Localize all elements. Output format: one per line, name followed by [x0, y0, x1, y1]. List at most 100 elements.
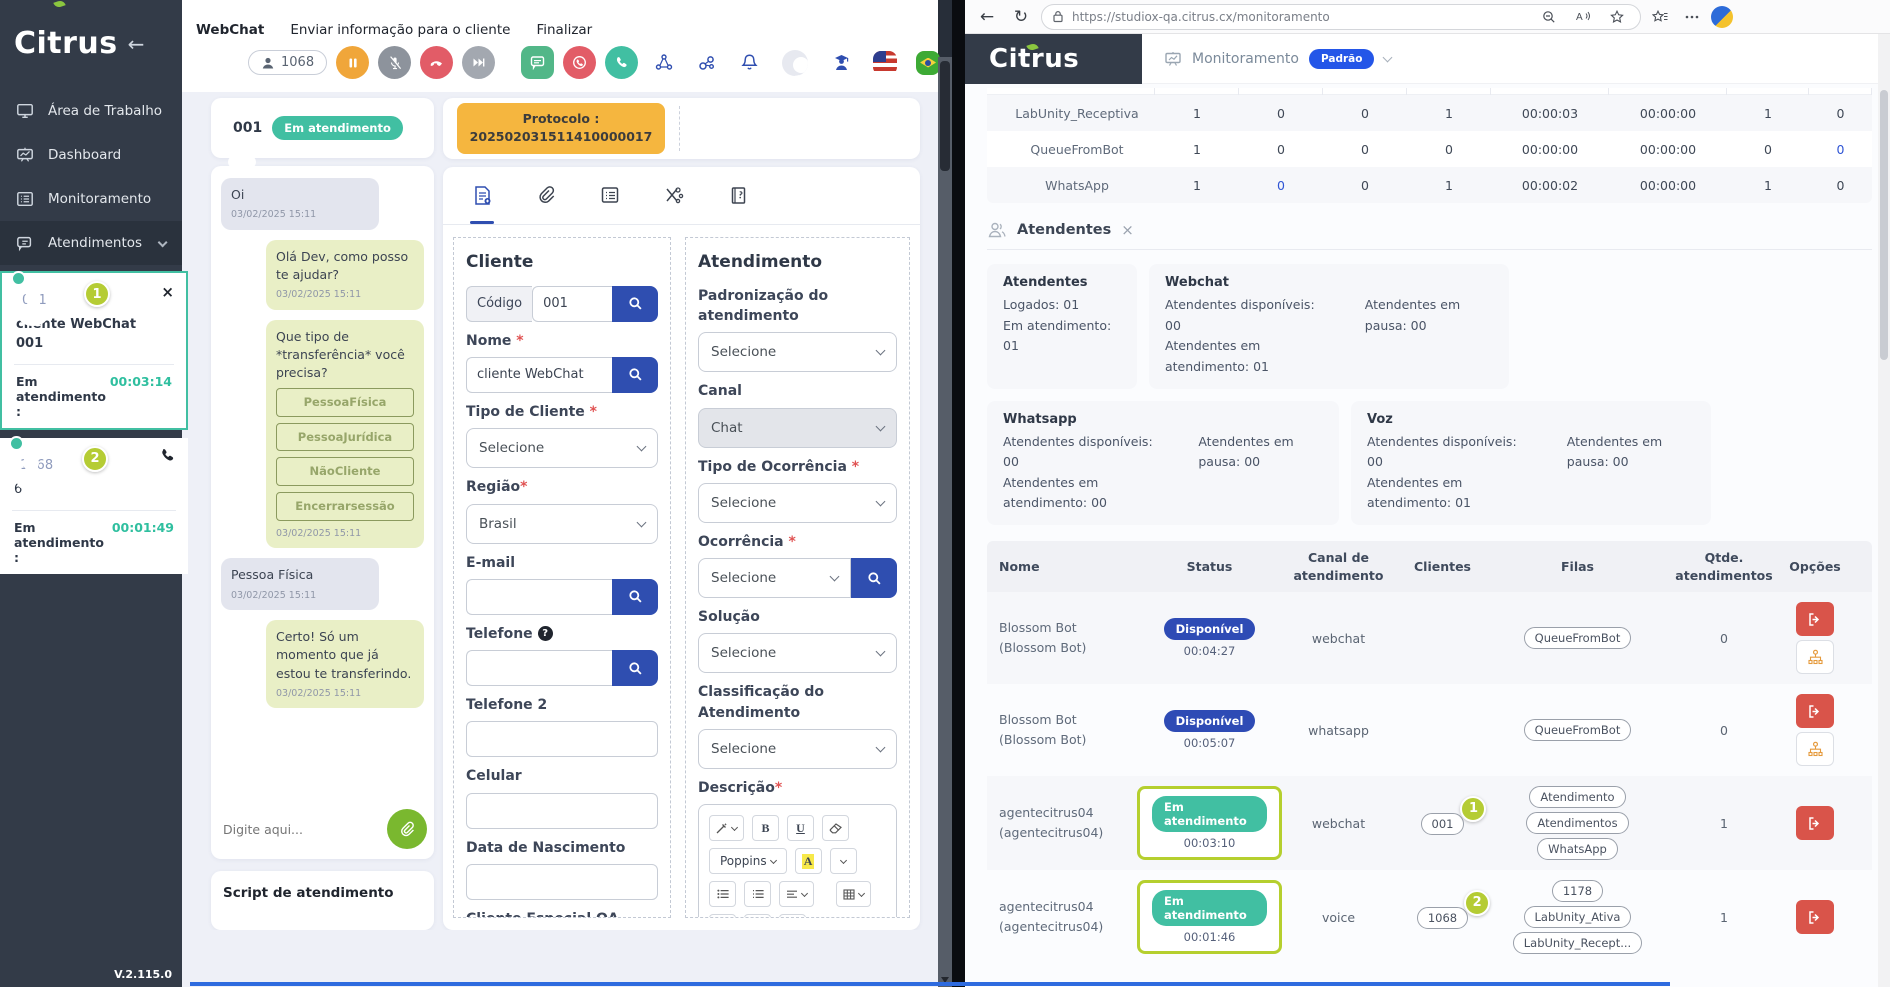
help-icon[interactable]: ?	[538, 626, 553, 641]
sidebar-item-monitoramento[interactable]: Monitoramento	[0, 177, 182, 221]
insert-image-button[interactable]	[744, 914, 771, 918]
regiao-select[interactable]: Brasil	[466, 504, 658, 544]
force-logout-button[interactable]	[1796, 694, 1834, 728]
close-section-icon[interactable]: ×	[1121, 221, 1134, 239]
view-badge[interactable]: Padrão	[1309, 49, 1375, 69]
mute-button[interactable]	[378, 46, 411, 79]
transfer-network-icon[interactable]	[657, 185, 691, 206]
tab-finalizar[interactable]: Finalizar	[536, 22, 592, 38]
search-telefone-button[interactable]	[612, 650, 658, 686]
solucao-select[interactable]: Selecione	[698, 633, 897, 673]
favorites-bar-icon[interactable]	[1647, 4, 1673, 30]
force-logout-button[interactable]	[1796, 806, 1834, 840]
integrations-icon[interactable]	[697, 50, 717, 76]
queues-config-button[interactable]	[1796, 732, 1834, 766]
quick-reply-button[interactable]: Encerrarsessão	[276, 492, 414, 521]
field-label: Celular	[466, 766, 658, 786]
tab-enviar-informacao[interactable]: Enviar informação para o cliente	[290, 22, 510, 38]
browser-refresh-button[interactable]: ↻	[1007, 3, 1035, 31]
search-codigo-button[interactable]	[612, 286, 658, 322]
message-out: Certo! Só um momento que já estou te tra…	[266, 620, 424, 708]
tipo-ocorrencia-select[interactable]: Selecione	[698, 483, 897, 523]
email-input[interactable]	[466, 579, 612, 615]
table-row: LabUnity_Receptiva 1 0 0 1 00:00:03 00:0…	[987, 95, 1872, 131]
font-color-caret[interactable]	[830, 848, 857, 874]
search-email-button[interactable]	[612, 579, 658, 615]
quick-reply-button[interactable]: PessoaJurídica	[276, 423, 414, 452]
insert-link-button[interactable]	[709, 914, 736, 918]
magic-style-button[interactable]	[709, 815, 744, 841]
sidebar-item-dashboard[interactable]: Dashboard	[0, 133, 182, 177]
ordered-list-button[interactable]	[744, 881, 771, 907]
collapse-sidebar-icon[interactable]: ←	[128, 34, 145, 54]
hangup-button[interactable]	[420, 46, 453, 79]
sidebar-item-area-de-trabalho[interactable]: Área de Trabalho	[0, 89, 182, 133]
table-button[interactable]	[836, 881, 871, 907]
search-nome-button[interactable]	[612, 357, 658, 393]
padronizacao-select[interactable]: Selecione	[698, 332, 897, 372]
chevron-down-icon[interactable]	[1383, 52, 1393, 62]
insert-video-button[interactable]	[779, 914, 806, 918]
notes-book-icon[interactable]	[721, 186, 755, 205]
voice-channel-button[interactable]	[605, 46, 638, 79]
unordered-list-button[interactable]	[709, 881, 736, 907]
network-share-icon[interactable]	[654, 50, 674, 76]
sidebar-item-atendimentos[interactable]: Atendimentos	[0, 221, 182, 265]
force-logout-button[interactable]	[1796, 900, 1834, 934]
history-list-icon[interactable]	[593, 185, 627, 205]
search-ocorrencia-button[interactable]	[851, 558, 897, 598]
queues-config-button[interactable]	[1796, 640, 1834, 674]
font-color-button[interactable]: A	[795, 848, 822, 874]
browser-profile-avatar[interactable]	[1711, 6, 1733, 28]
nome-input[interactable]	[466, 357, 612, 393]
scrollbar-thumb[interactable]	[940, 61, 950, 171]
pause-button[interactable]	[336, 46, 369, 79]
tab-webchat[interactable]: WebChat	[196, 22, 264, 38]
eraser-button[interactable]	[822, 815, 849, 841]
flag-br-icon[interactable]	[916, 51, 940, 75]
left-window-scrollbar[interactable]	[938, 57, 952, 987]
descricao-editor[interactable]: B U Poppins A	[698, 804, 897, 918]
chat-list-item-001[interactable]: 1 001 × cliente WebChat 001 Em atendimen…	[0, 271, 188, 430]
attachment-icon[interactable]	[529, 185, 563, 205]
classificacao-select[interactable]: Selecione	[698, 729, 897, 769]
browser-menu-icon[interactable]	[1679, 4, 1705, 30]
message-input[interactable]	[223, 822, 379, 837]
agent-row: Blossom Bot(Blossom Bot) Disponível00:05…	[987, 684, 1872, 776]
address-bar[interactable]: https://studiox-qa.citrus.cx/monitoramen…	[1041, 4, 1641, 30]
telefone2-input[interactable]	[466, 721, 658, 757]
close-chat-icon[interactable]: ×	[161, 283, 174, 301]
avatar[interactable]	[782, 50, 808, 76]
celular-input[interactable]	[466, 793, 658, 829]
top-tabs: WebChat Enviar informação para o cliente…	[196, 8, 938, 38]
dashboard-icon	[16, 146, 34, 164]
quick-reply-button[interactable]: PessoaFísica	[276, 388, 414, 417]
flag-us-icon[interactable]	[873, 51, 897, 75]
telefone-input[interactable]	[466, 650, 612, 686]
registration-form-icon[interactable]	[465, 185, 499, 206]
scrollbar-thumb[interactable]	[1880, 90, 1888, 360]
bell-icon[interactable]	[740, 50, 759, 76]
transfer-skip-button[interactable]	[462, 46, 495, 79]
font-select[interactable]: Poppins	[709, 848, 787, 874]
codigo-input[interactable]	[532, 286, 612, 322]
ocorrencia-select[interactable]: Selecione	[698, 558, 851, 598]
attach-button[interactable]	[387, 809, 427, 849]
browser-scrollbar[interactable]	[1878, 34, 1890, 987]
bold-button[interactable]: B	[752, 815, 779, 841]
webchat-channel-button[interactable]	[521, 46, 554, 79]
favorite-star-icon[interactable]	[1604, 4, 1630, 30]
agent-supervisor-icon[interactable]	[831, 50, 852, 76]
data-nascimento-input[interactable]	[466, 864, 658, 900]
underline-button[interactable]: U	[787, 815, 814, 841]
tipo-de-cliente-select[interactable]: Selecione	[466, 428, 658, 468]
zoom-out-icon[interactable]	[1536, 4, 1562, 30]
force-logout-button[interactable]	[1796, 602, 1834, 636]
chat-list-item-1068[interactable]: 2 1068 6 Em atendimento : 00:01:49	[0, 438, 188, 574]
whatsapp-channel-button[interactable]	[563, 46, 596, 79]
browser-back-button[interactable]: ←	[973, 3, 1001, 31]
read-aloud-icon[interactable]: A	[1570, 4, 1596, 30]
paragraph-align-button[interactable]	[779, 881, 814, 907]
quick-reply-button[interactable]: NãoCliente	[276, 457, 414, 486]
table-row: WhatsApp 1 0 0 1 00:00:02 00:00:00 1 0	[987, 167, 1872, 203]
